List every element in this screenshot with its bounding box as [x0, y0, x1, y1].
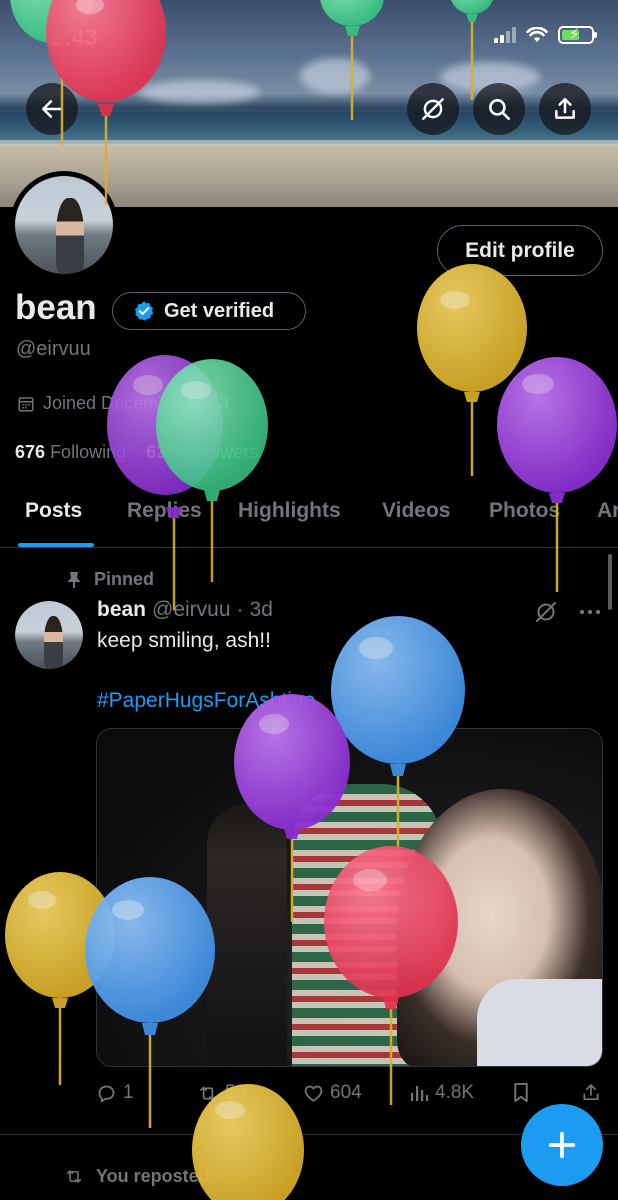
- share-button[interactable]: [539, 83, 591, 135]
- post-author-avatar[interactable]: [15, 601, 83, 669]
- post-header: bean @eirvuu · 3d: [97, 598, 273, 622]
- post-media-photo[interactable]: [96, 728, 603, 1067]
- followers-label: Followers: [181, 442, 259, 462]
- profile-avatar[interactable]: [10, 171, 118, 279]
- like-button[interactable]: 604: [303, 1082, 362, 1104]
- like-count: 604: [330, 1082, 362, 1103]
- pinned-label: Pinned: [94, 569, 155, 589]
- reply-icon: [98, 1085, 115, 1102]
- back-button[interactable]: [26, 83, 78, 135]
- reply-count: 1: [123, 1082, 134, 1103]
- grok-button[interactable]: [407, 83, 459, 135]
- balloon: [497, 357, 617, 592]
- follow-stats: 676 Following 625 Followers: [15, 442, 258, 463]
- get-verified-label: Get verified: [164, 299, 275, 322]
- avatar-photo: [15, 176, 113, 274]
- wifi-icon: [526, 27, 548, 42]
- reposted-indicator: You reposted: [64, 1166, 210, 1187]
- bookmark-button[interactable]: [512, 1082, 530, 1103]
- post-actions: 1 58 604 4.8K: [96, 1082, 606, 1108]
- grok-icon[interactable]: [534, 600, 558, 624]
- banner-cloud: [140, 80, 260, 104]
- repost-button[interactable]: 58: [197, 1082, 246, 1104]
- reply-button[interactable]: 1: [96, 1082, 134, 1104]
- tab-replies[interactable]: Replies: [127, 499, 202, 523]
- post-separator: ·: [236, 598, 244, 621]
- views-icon: [411, 1086, 429, 1101]
- more-options-icon[interactable]: [578, 608, 602, 616]
- followers-count: 625: [146, 442, 177, 462]
- heart-icon: [304, 1085, 323, 1102]
- view-count: 4.8K: [435, 1082, 475, 1103]
- repost-icon: [66, 1170, 82, 1183]
- repost-count: 58: [225, 1082, 247, 1103]
- pin-icon: [68, 571, 80, 588]
- tab-photos[interactable]: Photos: [489, 499, 560, 523]
- status-icons: ⚡: [494, 26, 597, 44]
- bookmark-icon: [514, 1082, 528, 1103]
- profile-handle: @eirvuu: [16, 338, 91, 360]
- pinned-indicator: Pinned: [66, 569, 154, 590]
- post-author-name[interactable]: bean: [97, 598, 146, 622]
- followers-link[interactable]: 625 Followers: [146, 442, 258, 463]
- share-icon: [555, 98, 575, 119]
- post-age[interactable]: 3d: [250, 598, 273, 622]
- post-author-handle[interactable]: @eirvuu: [152, 598, 231, 622]
- following-label: Following: [50, 442, 127, 462]
- joined-label: Joined December 2023: [43, 393, 230, 413]
- get-verified-button[interactable]: Get verified: [112, 292, 306, 330]
- verified-badge-icon: [134, 301, 154, 321]
- tabs-divider: [0, 547, 618, 548]
- joined-date: Joined December 2023: [17, 393, 229, 414]
- edit-profile-button[interactable]: Edit profile: [437, 225, 603, 276]
- cellular-signal-icon: [494, 27, 516, 43]
- share-icon: [583, 1084, 599, 1100]
- battery-icon: ⚡: [558, 26, 597, 44]
- post-text: keep smiling, ash!!: [97, 629, 271, 652]
- scrollbar[interactable]: [608, 554, 612, 610]
- reposted-label: You reposted: [96, 1166, 210, 1186]
- post-hashtag[interactable]: #PaperHugsForAshtine: [97, 689, 315, 713]
- avatar-photo: [15, 601, 83, 669]
- media-figure: [477, 979, 602, 1066]
- share-post-button[interactable]: [581, 1082, 601, 1103]
- media-figure: [207, 804, 287, 1066]
- search-button[interactable]: [473, 83, 525, 135]
- following-link[interactable]: 676 Following: [15, 442, 126, 463]
- calendar-icon: [18, 396, 34, 411]
- profile-tabs: Posts Replies Highlights Videos Photos A…: [0, 488, 618, 548]
- status-time: 2:43: [50, 24, 99, 50]
- tab-highlights[interactable]: Highlights: [238, 499, 341, 523]
- grok-icon: [422, 98, 444, 120]
- banner-cloud: [300, 58, 370, 94]
- profile-name: bean: [15, 288, 97, 327]
- compose-post-button[interactable]: [521, 1104, 603, 1186]
- following-count: 676: [15, 442, 46, 462]
- views-button[interactable]: 4.8K: [409, 1082, 474, 1104]
- tab-posts[interactable]: Posts: [25, 499, 82, 523]
- balloon: [417, 264, 527, 476]
- arrow-left-icon: [42, 100, 62, 118]
- tab-articles[interactable]: Ar: [597, 499, 618, 523]
- tab-videos[interactable]: Videos: [382, 499, 450, 523]
- search-icon: [489, 99, 511, 121]
- plus-icon: [548, 1131, 576, 1159]
- repost-icon: [200, 1086, 216, 1100]
- post-header-actions: [534, 600, 602, 624]
